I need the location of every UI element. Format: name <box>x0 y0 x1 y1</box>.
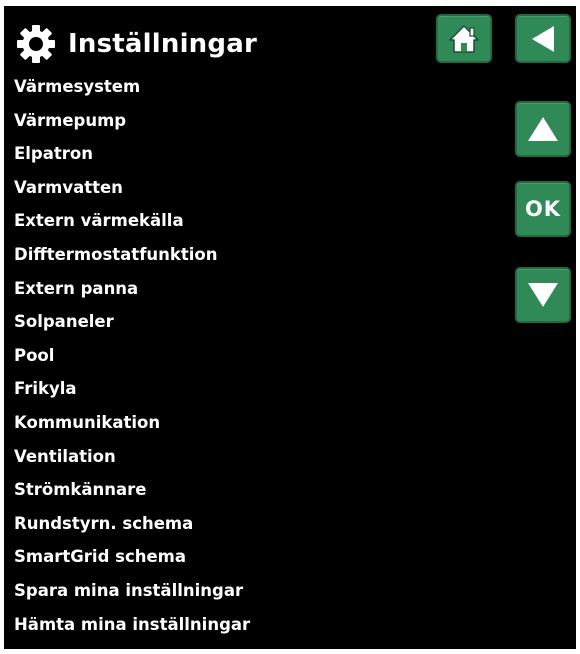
menu-item-pool[interactable]: Pool <box>14 339 250 373</box>
menu-item-varmesystem[interactable]: Värmesystem <box>14 70 250 104</box>
page-header: Inställningar <box>16 22 257 66</box>
menu-item-kommunikation[interactable]: Kommunikation <box>14 406 250 440</box>
back-arrow-icon <box>532 25 554 52</box>
menu-item-difftermostatfunktion[interactable]: Difftermostatfunktion <box>14 238 250 272</box>
home-button[interactable] <box>436 14 492 63</box>
menu-item-hamta-installningar[interactable]: Hämta mina inställningar <box>14 608 250 642</box>
settings-menu: Värmesystem Värmepump Elpatron Varmvatte… <box>14 70 250 641</box>
gear-icon <box>17 25 55 63</box>
menu-item-extern-varmekalla[interactable]: Extern värmekälla <box>14 204 250 238</box>
ok-label: OK <box>524 197 562 221</box>
menu-item-stromkannare[interactable]: Strömkännare <box>14 473 250 507</box>
menu-item-varmvatten[interactable]: Varmvatten <box>14 171 250 205</box>
back-button[interactable] <box>515 14 571 63</box>
scroll-up-button[interactable] <box>515 101 571 157</box>
home-icon <box>449 24 479 53</box>
menu-item-ventilation[interactable]: Ventilation <box>14 440 250 474</box>
menu-item-extern-panna[interactable]: Extern panna <box>14 272 250 306</box>
menu-item-varmepump[interactable]: Värmepump <box>14 104 250 138</box>
arrow-down-icon <box>528 283 558 307</box>
page-title: Inställningar <box>68 29 257 59</box>
settings-screen: Inställningar OK Värmesystem Värmepump E… <box>4 6 576 649</box>
ok-button[interactable]: OK <box>515 181 571 237</box>
menu-item-spara-installningar[interactable]: Spara mina inställningar <box>14 574 250 608</box>
menu-item-smartgrid-schema[interactable]: SmartGrid schema <box>14 540 250 574</box>
menu-item-frikyla[interactable]: Frikyla <box>14 372 250 406</box>
menu-item-rundstyrn-schema[interactable]: Rundstyrn. schema <box>14 507 250 541</box>
arrow-up-icon <box>528 117 558 141</box>
menu-item-elpatron[interactable]: Elpatron <box>14 137 250 171</box>
menu-item-solpaneler[interactable]: Solpaneler <box>14 305 250 339</box>
scroll-down-button[interactable] <box>515 267 571 323</box>
